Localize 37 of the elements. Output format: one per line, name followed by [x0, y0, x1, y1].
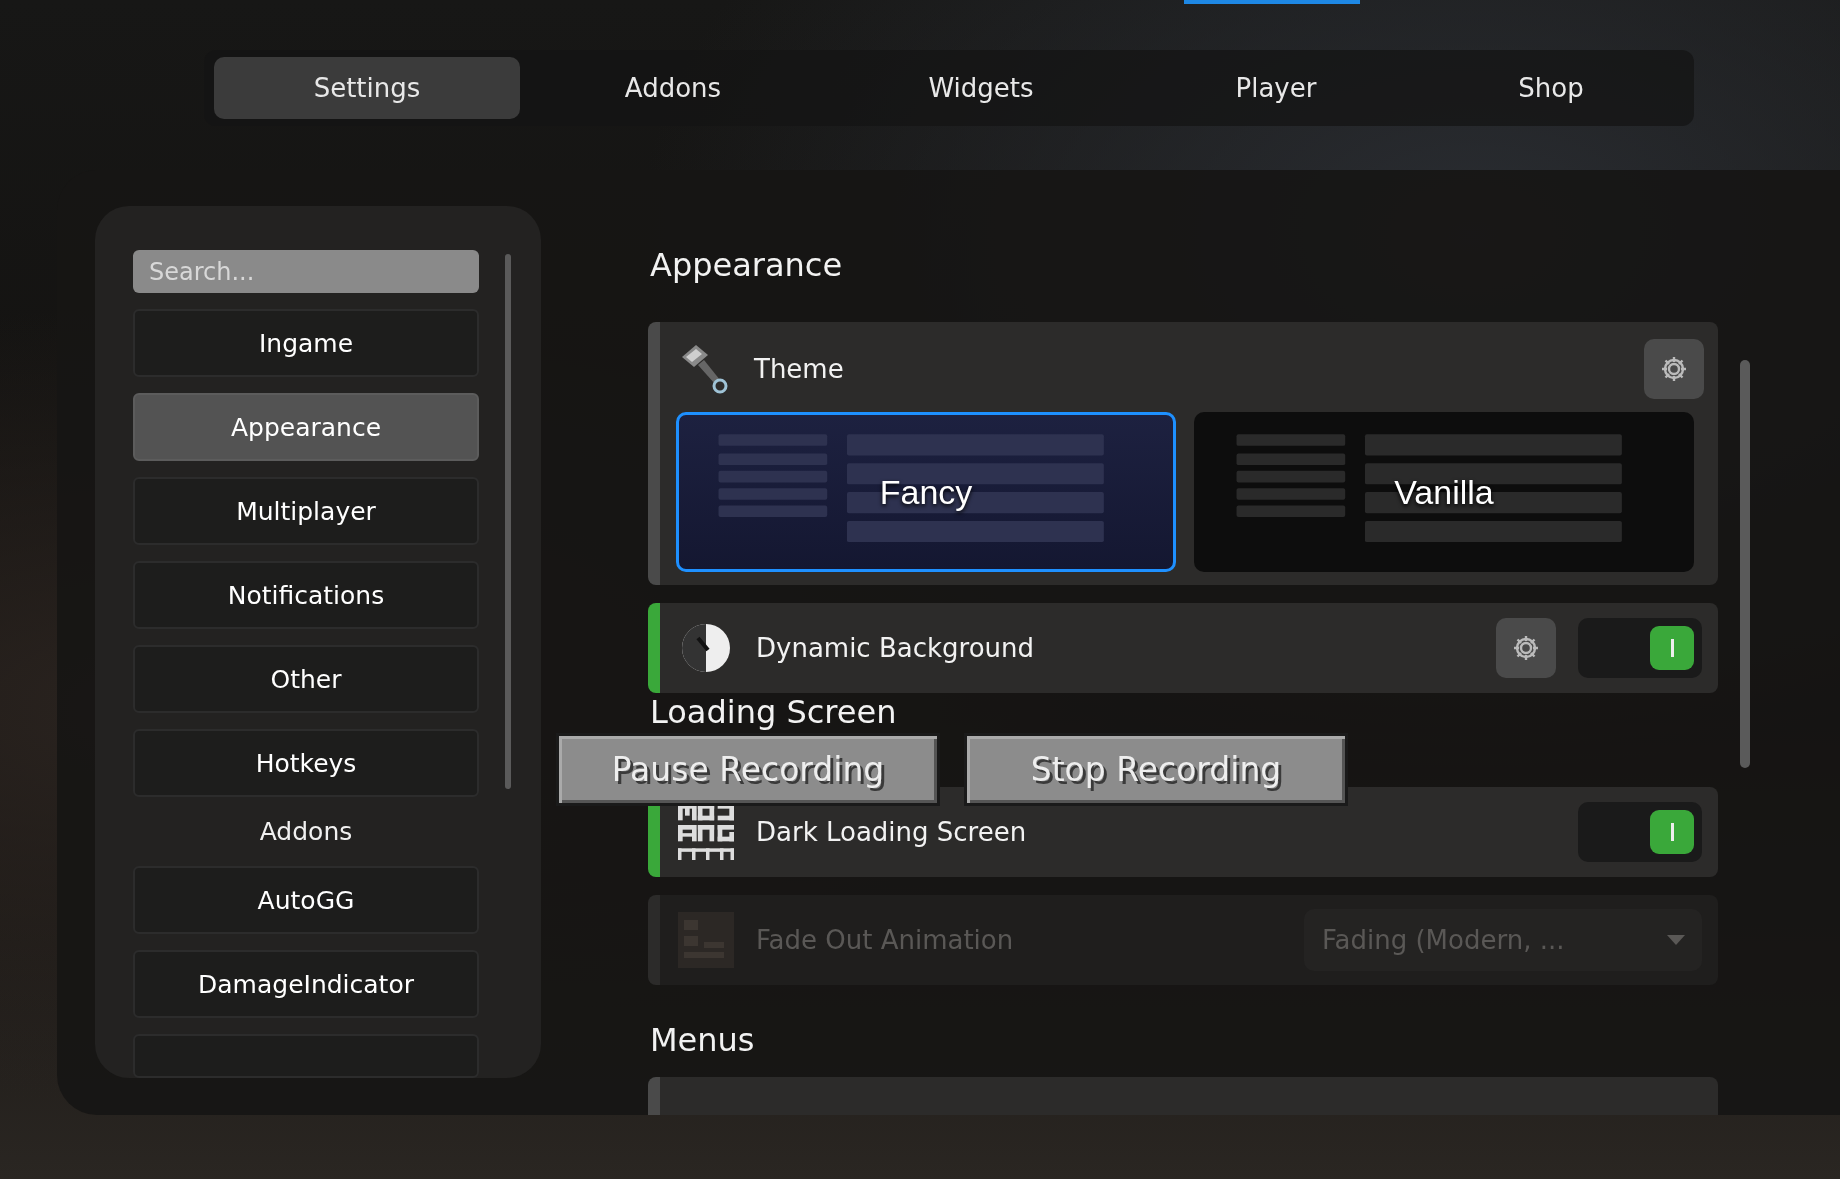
- nav-tab[interactable]: Addons: [520, 57, 826, 119]
- sidebar-item[interactable]: Other: [133, 645, 479, 714]
- nav-tab[interactable]: Widgets: [826, 57, 1136, 119]
- sidebar-item[interactable]: DamageIndicator: [133, 950, 479, 1018]
- theme-option[interactable]: Fancy: [676, 412, 1176, 572]
- scrollbar[interactable]: [1740, 360, 1750, 768]
- logo-icon: [678, 804, 734, 860]
- theme-option[interactable]: Vanilla: [1194, 412, 1694, 572]
- sidebar-item[interactable]: Ingame: [133, 309, 479, 378]
- search-field[interactable]: Search...: [133, 250, 479, 294]
- section-title: Appearance: [649, 245, 844, 284]
- fade-icon: [678, 912, 734, 968]
- setting-label: Dark Loading Screen: [756, 817, 1028, 847]
- sidebar-item[interactable]: Hotkeys: [133, 729, 479, 798]
- theme-option-label: Fancy: [879, 472, 973, 512]
- settings-button[interactable]: [1496, 618, 1556, 678]
- scrollbar[interactable]: [505, 254, 511, 789]
- setting-label: Theme: [754, 354, 845, 384]
- setting-label: Fade Out Animation: [756, 925, 1015, 955]
- theme-option-label: Vanilla: [1394, 472, 1494, 512]
- settings-icon: [1659, 354, 1689, 384]
- sidebar-item[interactable]: AutoGG: [133, 866, 479, 934]
- caret-icon: [1666, 934, 1686, 946]
- settings-icon: [1511, 633, 1541, 663]
- sidebar-item[interactable]: Notifications: [133, 561, 479, 630]
- toggle-switch[interactable]: [1578, 802, 1702, 862]
- section-title: Loading Screen: [649, 693, 898, 731]
- section-title: Menus: [649, 1021, 756, 1059]
- sidebar-heading: Addons: [258, 816, 354, 849]
- setting-label: Dynamic Background: [756, 633, 1036, 663]
- nav-tab[interactable]: Player: [1136, 57, 1416, 119]
- toggle-switch[interactable]: [1578, 618, 1702, 678]
- nav-tab[interactable]: Settings: [214, 57, 520, 119]
- sidebar-item[interactable]: Appearance: [133, 393, 479, 462]
- settings-button[interactable]: [1644, 339, 1704, 399]
- nav-tab[interactable]: Shop: [1416, 57, 1686, 119]
- sidebar-item[interactable]: Multiplayer: [133, 477, 479, 546]
